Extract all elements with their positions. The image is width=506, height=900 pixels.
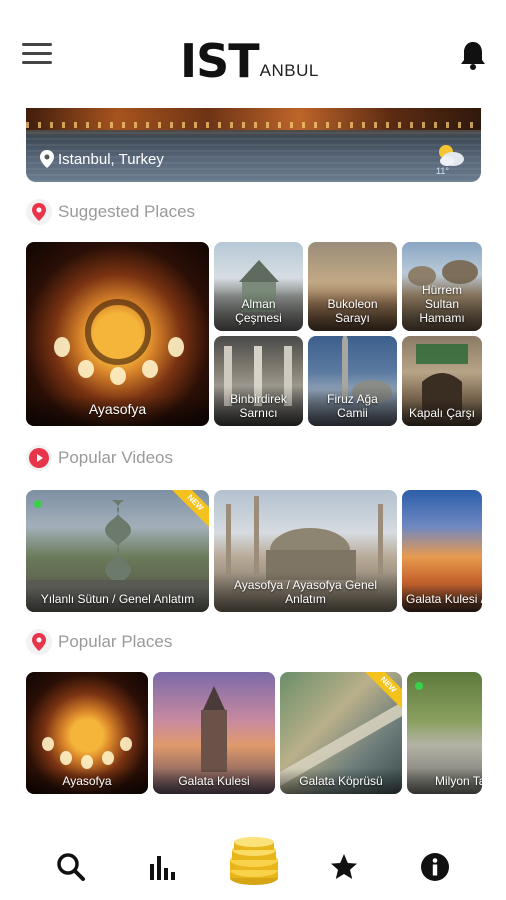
video-card-galata[interactable]: Galata Kulesi / Genel Anlatım: [402, 490, 482, 612]
popular-place-galata-kulesi[interactable]: Galata Kulesi: [153, 672, 275, 794]
location-pin-icon: [26, 199, 52, 225]
coins-icon[interactable]: [226, 836, 282, 888]
bottom-navigation: [0, 826, 506, 900]
partly-cloudy-icon: 11°: [434, 142, 466, 178]
video-card-label: Yılanlı Sütun / Genel Anlatım: [26, 586, 209, 612]
popular-place-milyon-tasi[interactable]: Milyon Taşı: [407, 672, 482, 794]
place-card-alman-cesmesi[interactable]: Alman Çeşmesi: [214, 242, 303, 331]
info-icon[interactable]: [418, 850, 452, 884]
place-card-firuz-aga-camii[interactable]: Firuz Ağa Camii: [308, 336, 397, 426]
place-card-label: Kapalı Çarşı: [402, 400, 482, 426]
live-indicator: [34, 500, 42, 508]
search-icon[interactable]: [54, 850, 88, 884]
place-card-label: Binbirdirek Sarnıcı: [214, 386, 303, 426]
live-indicator: [415, 682, 423, 690]
bell-icon[interactable]: [460, 40, 488, 70]
temperature-text: 11°: [436, 166, 449, 176]
place-card-hurrem-sultan-hamami[interactable]: Hürrem Sultan Hamamı: [402, 242, 482, 331]
video-card-label: Ayasofya / Ayasofya Genel Anlatım: [214, 572, 397, 612]
popular-places-heading: Popular Places: [26, 629, 172, 655]
popular-videos-heading: Popular Videos: [26, 445, 173, 471]
popular-videos-title: Popular Videos: [58, 448, 173, 467]
video-card-ayasofya[interactable]: Ayasofya / Ayasofya Genel Anlatım: [214, 490, 397, 612]
play-icon: [26, 445, 52, 471]
place-card-label: Ayasofya: [26, 396, 209, 426]
video-card-label: Galata Kulesi / Genel Anlatım: [402, 586, 482, 612]
popular-place-ayasofya[interactable]: Ayasofya: [26, 672, 148, 794]
hero-location: Istanbul, Turkey: [40, 150, 164, 168]
place-card-ayasofya-featured[interactable]: Ayasofya: [26, 242, 209, 426]
hero-banner[interactable]: Istanbul, Turkey 11°: [26, 108, 481, 182]
location-text: Istanbul, Turkey: [58, 150, 164, 168]
popular-place-label: Milyon Taşı: [407, 768, 482, 794]
suggested-places-title: Suggested Places: [58, 202, 196, 221]
hamburger-menu-icon[interactable]: [22, 43, 52, 67]
video-card-yilanli-sutun[interactable]: NEW Yılanlı Sütun / Genel Anlatım: [26, 490, 209, 612]
place-card-kapali-carsi[interactable]: Kapalı Çarşı: [402, 336, 482, 426]
popular-place-label: Ayasofya: [26, 768, 148, 794]
logo-main-text: IST: [180, 34, 260, 88]
popular-place-label: Galata Kulesi: [153, 768, 275, 794]
popular-place-label: Galata Köprüsü: [280, 768, 402, 794]
location-pin-icon: [40, 150, 54, 168]
app-logo: IST ANBUL: [180, 34, 319, 84]
place-card-label: Alman Çeşmesi: [214, 291, 303, 331]
popular-places-title: Popular Places: [58, 632, 173, 651]
logo-sub-text: ANBUL: [259, 61, 319, 80]
place-card-label: Hürrem Sultan Hamamı: [402, 277, 482, 331]
app-header: IST ANBUL: [0, 0, 506, 108]
location-pin-icon: [26, 629, 52, 655]
star-icon[interactable]: [327, 850, 361, 884]
stats-icon[interactable]: [145, 850, 179, 884]
place-card-bukoleon-sarayi[interactable]: Bukoleon Sarayı: [308, 242, 397, 331]
place-card-binbirdirek-sarnici[interactable]: Binbirdirek Sarnıcı: [214, 336, 303, 426]
place-card-label: Firuz Ağa Camii: [308, 386, 397, 426]
place-card-label: Bukoleon Sarayı: [308, 291, 397, 331]
suggested-places-heading: Suggested Places: [26, 199, 195, 225]
popular-place-galata-koprusu[interactable]: NEW Galata Köprüsü: [280, 672, 402, 794]
